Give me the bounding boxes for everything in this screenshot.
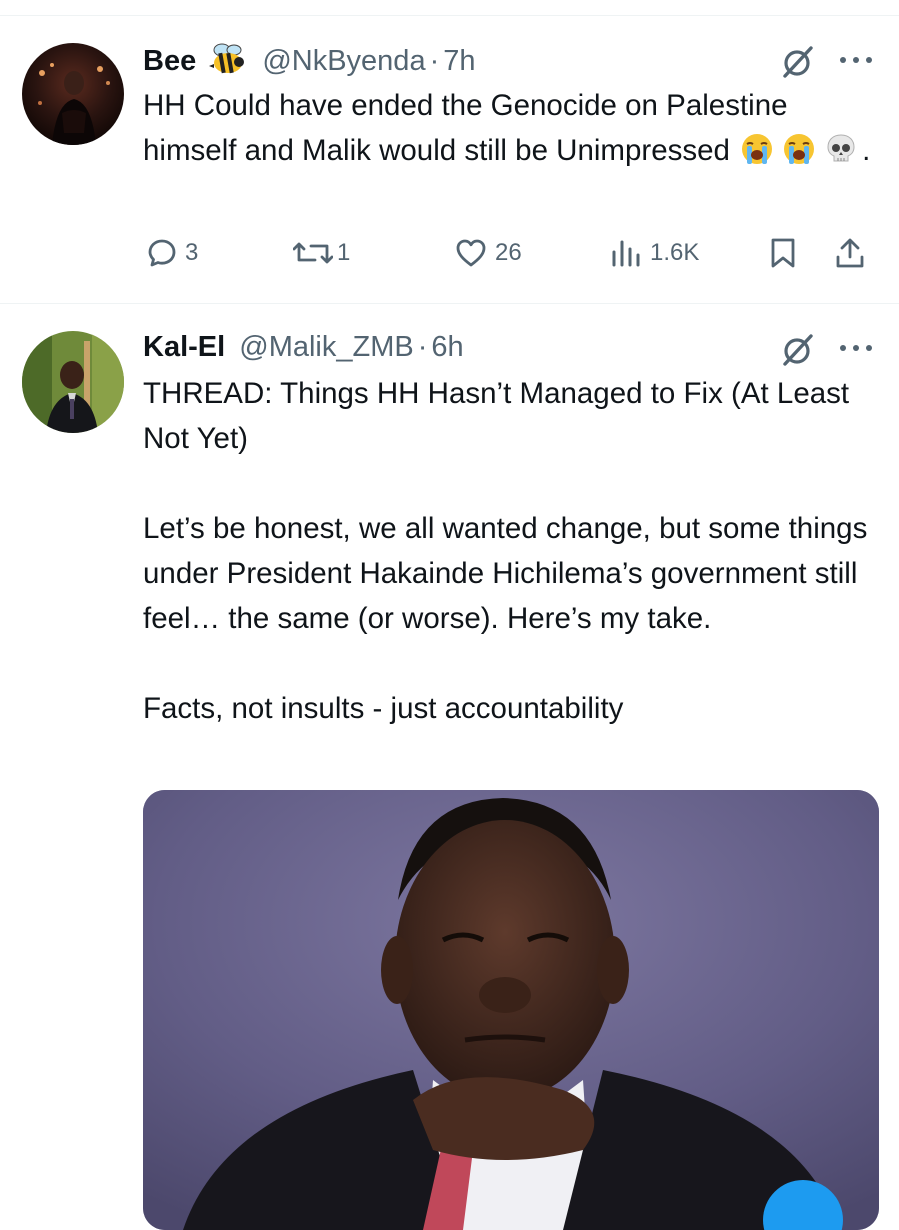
- photo-image: [143, 790, 879, 1230]
- separator-dot: ·: [417, 331, 428, 363]
- repost-button[interactable]: 1: [293, 233, 350, 273]
- tweet-actions: 3 1 26 1.6K: [143, 233, 883, 273]
- bookmark-button[interactable]: [769, 233, 797, 273]
- avatar[interactable]: [22, 43, 124, 145]
- repost-icon: [293, 242, 333, 264]
- reply-count: 3: [185, 239, 199, 266]
- loudly-crying-face-icon: [780, 132, 818, 179]
- user-handle[interactable]: @Malik_ZMB: [239, 331, 413, 363]
- tweet-text: HH Could have ended the Genocide on Pale…: [143, 83, 883, 179]
- separator-dot: ·: [429, 45, 440, 77]
- reply-button[interactable]: 3: [147, 233, 198, 273]
- timestamp[interactable]: 6h: [431, 331, 463, 363]
- like-count: 26: [495, 239, 522, 266]
- display-name[interactable]: Kal-El: [143, 331, 225, 363]
- tweet-suffix: .: [862, 134, 871, 167]
- grok-icon[interactable]: [780, 332, 816, 368]
- more-options-icon[interactable]: [838, 343, 874, 353]
- user-handle[interactable]: @NkByenda: [262, 45, 425, 77]
- loudly-crying-face-icon: [738, 132, 776, 179]
- avatar-image: [22, 331, 124, 433]
- bookmark-icon: [771, 238, 795, 268]
- tweet-text: THREAD: Things HH Hasn’t Managed to Fix …: [143, 371, 883, 731]
- reply-icon: [148, 239, 176, 267]
- thread-title: THREAD: Things HH Hasn’t Managed to Fix …: [143, 377, 850, 455]
- tweet-header: Bee @NkByenda · 7h: [143, 42, 476, 84]
- analytics-icon: [612, 240, 640, 267]
- tweet-paragraph: Let’s be honest, we all wanted change, b…: [143, 512, 868, 635]
- display-name[interactable]: Bee: [143, 45, 196, 77]
- like-button[interactable]: 26: [455, 233, 522, 273]
- tweet-1[interactable]: Bee @NkByenda · 7h HH Could have ended the…: [0, 0, 899, 300]
- tweet-media-photo[interactable]: [143, 790, 879, 1230]
- grok-icon[interactable]: [780, 44, 816, 80]
- more-options-icon[interactable]: [838, 55, 874, 65]
- repost-count: 1: [337, 239, 351, 266]
- avatar-image: [22, 43, 124, 145]
- tweet-body: HH Could have ended the Genocide on Pale…: [143, 89, 788, 167]
- avatar[interactable]: [22, 331, 124, 433]
- views-button[interactable]: 1.6K: [610, 233, 699, 273]
- timestamp[interactable]: 7h: [443, 45, 475, 77]
- tweet-paragraph: Facts, not insults - just accountability: [143, 692, 624, 725]
- share-button[interactable]: [835, 233, 865, 273]
- share-icon: [836, 238, 864, 268]
- views-count: 1.6K: [650, 239, 700, 266]
- heart-icon: [456, 239, 486, 267]
- skull-icon: [824, 132, 858, 179]
- honeybee-icon: [208, 42, 248, 84]
- tweet-header: Kal-El @Malik_ZMB · 6h: [143, 330, 464, 364]
